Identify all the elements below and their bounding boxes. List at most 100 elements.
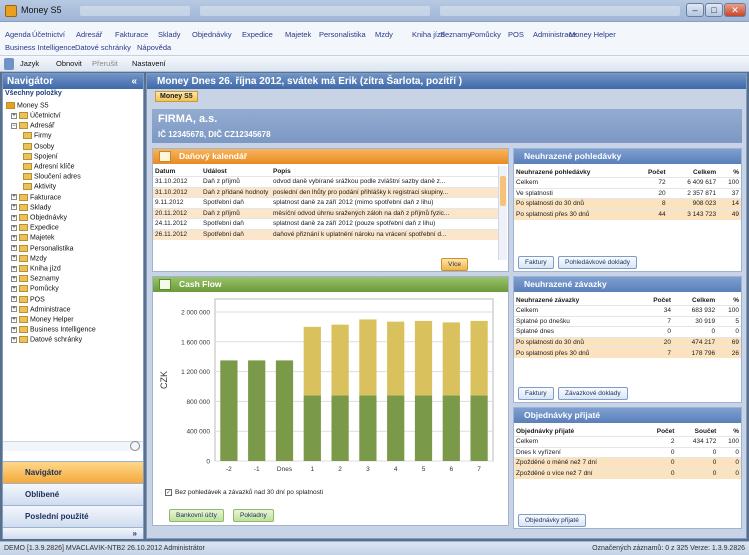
expand-icon[interactable]: + <box>11 204 17 211</box>
navbar-more[interactable]: » <box>3 527 143 539</box>
tree-item[interactable]: + Money Helper <box>11 316 74 323</box>
navbar-button-navigator[interactable]: Navigátor <box>3 461 143 483</box>
close-button[interactable]: ✕ <box>724 3 746 17</box>
tree-item[interactable]: Firmy <box>23 132 52 140</box>
menu-agenda[interactable]: Agenda <box>5 30 31 39</box>
menu-business-intelligence[interactable]: Business Intelligence <box>5 43 75 52</box>
table-row[interactable]: Zpožděné o méně než 7 dní 0 0 0 <box>514 457 741 468</box>
menu-seznamy[interactable]: Seznamy <box>440 30 471 39</box>
tree-item[interactable]: + Objednávky <box>11 214 67 221</box>
table-row[interactable]: Celkem 2 434 172 100 <box>514 436 741 447</box>
table-row[interactable]: Po splatnosti do 30 dnů 8 908 023 14 <box>514 198 741 209</box>
tree-item[interactable]: + Účetnictví <box>11 112 61 119</box>
menu-ucetnictvi[interactable]: Účetnictví <box>32 30 65 39</box>
menu-datove-schranky[interactable]: Datové schránky <box>75 43 131 52</box>
tree-item[interactable]: Sloučení adres <box>23 173 81 181</box>
tree-root[interactable]: Money S5 <box>6 102 49 109</box>
menu-money-helper[interactable]: Money Helper <box>569 30 616 39</box>
table-row[interactable]: 31.10.2012 Daň z příjmů odvod daně vybíran… <box>153 176 498 187</box>
tree-item[interactable]: Aktivity <box>23 183 56 191</box>
tree-item[interactable]: + Datové schránky <box>11 336 82 344</box>
cashflow-filter[interactable]: ✓ Bez pohledávek a závazků nad 30 dní po … <box>165 489 323 496</box>
expand-icon[interactable]: + <box>11 275 17 282</box>
menu-napoveda[interactable]: Nápověda <box>137 43 171 52</box>
menu-fakturace[interactable]: Fakturace <box>115 30 148 39</box>
tree-item[interactable]: + Seznamy <box>11 275 59 283</box>
language-button[interactable]: Jazyk <box>20 58 39 70</box>
stop-button[interactable]: Přerušit <box>92 58 118 70</box>
expand-icon[interactable]: + <box>11 306 17 313</box>
expand-icon[interactable]: + <box>11 224 17 231</box>
tree-item[interactable]: + Pomůcky <box>11 285 59 293</box>
expand-icon[interactable]: + <box>11 316 17 323</box>
menu-majetek[interactable]: Majetek <box>285 30 311 39</box>
tree-item[interactable]: + Fakturace <box>11 193 61 201</box>
tab-money-s5[interactable]: Money S5 <box>155 91 198 102</box>
tree-item[interactable]: + Sklady <box>11 203 51 211</box>
tree-item[interactable]: + Mzdy <box>11 254 47 262</box>
menu-pomucky[interactable]: Pomůcky <box>470 30 501 39</box>
table-row[interactable]: 31.10.2012 Daň z přidané hodnoty poslední … <box>153 186 498 198</box>
tree-item[interactable]: + Expedice <box>11 224 59 232</box>
maximize-button[interactable]: □ <box>705 3 723 17</box>
table-row[interactable]: Celkem 34 683 932 100 <box>514 305 741 316</box>
collapse-icon[interactable]: « <box>131 74 137 89</box>
expand-icon[interactable]: + <box>11 112 17 119</box>
menu-personalistika[interactable]: Personalistika <box>319 30 366 39</box>
table-row[interactable]: 26.11.2012 Spotřební daň daňové přiznání k… <box>153 228 498 240</box>
expand-icon[interactable]: + <box>11 296 17 303</box>
menu-mzdy[interactable]: Mzdy <box>375 30 393 39</box>
expand-icon[interactable]: − <box>11 122 17 129</box>
tree-item[interactable]: + Administrace <box>11 305 70 313</box>
bank-accounts-button[interactable]: Bankovní účty <box>169 509 224 522</box>
expand-icon[interactable]: + <box>11 326 17 333</box>
table-row[interactable]: Po splatnosti přes 30 dnů 7 178 796 26 <box>514 347 741 358</box>
tree-item[interactable]: + Business Intelligence <box>11 326 96 334</box>
table-row[interactable]: 9.11.2012 Spotřební daň splatnost daně za … <box>153 197 498 208</box>
minimize-button[interactable]: – <box>686 3 704 17</box>
table-row[interactable]: Dnes k vyřízení 0 0 0 <box>514 446 741 458</box>
search-icon[interactable] <box>130 441 140 451</box>
expand-icon[interactable]: + <box>11 265 17 272</box>
table-row[interactable]: Celkem 72 6 409 617 100 <box>514 177 741 188</box>
table-row[interactable]: Po splatnosti přes 30 dnů 44 3 143 723 49 <box>514 208 741 220</box>
menu-expedice[interactable]: Expedice <box>242 30 273 39</box>
expand-icon[interactable]: + <box>11 234 17 241</box>
orders-button[interactable]: Objednávky přijaté <box>518 514 586 527</box>
refresh-button[interactable]: Obnovit <box>56 58 82 70</box>
menu-sklady[interactable]: Sklady <box>158 30 181 39</box>
tree-item[interactable]: Spojení <box>23 152 58 160</box>
navbar-button-favorites[interactable]: Oblíbené <box>3 483 143 505</box>
menu-pos[interactable]: POS <box>508 30 524 39</box>
receivables-invoices-button[interactable]: Faktury <box>518 256 554 269</box>
tax-more-button[interactable]: Více <box>441 258 469 271</box>
expand-icon[interactable]: + <box>11 194 17 201</box>
tree-item[interactable]: + Majetek <box>11 234 55 242</box>
table-row[interactable]: 24.11.2012 Spotřební daň splatnost daně za… <box>153 218 498 229</box>
navbar-button-recent[interactable]: Poslední použité <box>3 505 143 527</box>
table-row[interactable]: Ve splatnosti 20 2 357 871 37 <box>514 187 741 199</box>
table-row[interactable]: Zpožděné o více než 7 dní 0 0 0 <box>514 467 741 479</box>
table-row[interactable]: Splatné po dnešku 7 30 919 5 <box>514 315 741 327</box>
menu-adresar[interactable]: Adresář <box>76 30 102 39</box>
cash-registers-button[interactable]: Pokladny <box>233 509 274 522</box>
tree-item[interactable]: + Kniha jízd <box>11 265 61 272</box>
expand-icon[interactable]: + <box>11 214 17 221</box>
expand-icon[interactable]: + <box>11 336 17 343</box>
tree-item[interactable]: Osoby <box>23 142 54 150</box>
tree-item[interactable]: Adresní klíče <box>23 163 74 170</box>
tax-scrollbar[interactable] <box>498 166 507 260</box>
receivables-documents-button[interactable]: Pohledávkové doklady <box>558 256 638 269</box>
tree-item[interactable]: + Personalistika <box>11 244 74 252</box>
payables-invoices-button[interactable]: Faktury <box>518 387 554 400</box>
tree-item[interactable]: + POS <box>11 295 45 303</box>
table-row[interactable]: Splatné dnes 0 0 0 <box>514 326 741 337</box>
table-row[interactable]: 20.11.2012 Daň z příjmů měsíční odvod úhrn… <box>153 207 498 219</box>
checkbox-icon[interactable]: ✓ <box>165 489 172 496</box>
navigator-all-items[interactable]: Všechny položky <box>5 90 62 97</box>
expand-icon[interactable]: + <box>11 245 17 252</box>
layout-icon[interactable] <box>4 58 14 70</box>
settings-button[interactable]: Nastavení <box>132 58 166 70</box>
tree-item[interactable]: − Adresář <box>11 122 55 130</box>
menu-objednavky[interactable]: Objednávky <box>192 30 232 39</box>
